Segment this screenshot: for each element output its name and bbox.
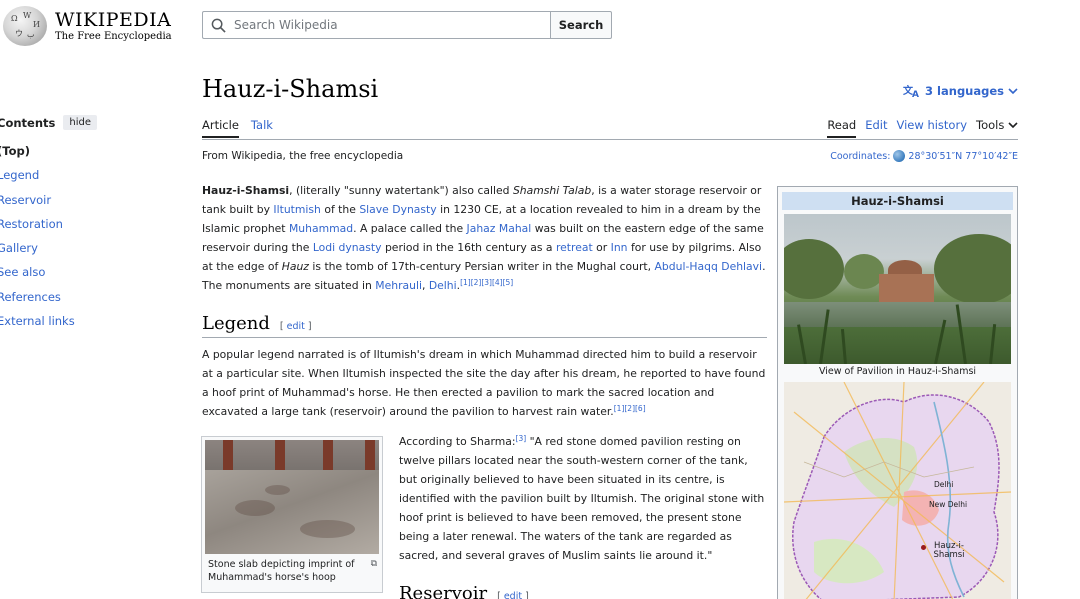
text-run: Shamshi Talab: [512, 184, 592, 197]
tab-edit[interactable]: Edit: [865, 118, 887, 138]
location-marker: [921, 545, 926, 550]
search-field[interactable]: [202, 11, 550, 39]
tab-read[interactable]: Read: [827, 118, 857, 138]
logo-wordmark: WIKIPEDIA: [55, 8, 172, 31]
tools-label: Tools: [976, 118, 1005, 132]
link-mehrauli[interactable]: Mehrauli: [375, 279, 422, 292]
sharma-quote-paragraph: According to Sharma:[3] "A red stone dom…: [399, 432, 767, 565]
toc-item-references[interactable]: References: [0, 290, 177, 314]
view-tabs: Read Edit View history Tools: [827, 118, 1018, 138]
text-run: ,: [421, 279, 429, 292]
table-of-contents: Contents hide (Top) Legend Reservoir Res…: [0, 115, 177, 338]
map-label-delhi: Delhi: [934, 480, 954, 489]
enlarge-icon[interactable]: ⧉: [371, 558, 377, 571]
lead-paragraph: Hauz-i-Shamsi, (literally "sunny waterta…: [202, 181, 767, 295]
text-run: , (literally "sunny watertank") also cal…: [289, 184, 513, 197]
chevron-down-icon: [1008, 122, 1018, 129]
caption-text: Stone slab depicting imprint of Muhammad…: [208, 559, 355, 583]
text-run: of the: [320, 203, 360, 216]
language-count: 3 languages: [925, 84, 1004, 98]
legend-paragraph: A popular legend narrated is of Iltumish…: [202, 345, 767, 421]
namespace-tabs: Article Talk: [202, 118, 273, 138]
toc-item-see-also[interactable]: See also: [0, 265, 177, 289]
map-label-marker: Hauz-i-Shamsi: [933, 541, 965, 560]
globe-icon: [893, 150, 906, 162]
link-lodi-dynasty[interactable]: Lodi dynasty: [313, 241, 382, 254]
toc-title: Contents: [0, 115, 56, 130]
location-map[interactable]: Delhi New Delhi Hauz-i-Shamsi: [784, 382, 1011, 599]
toc-hide-button[interactable]: hide: [63, 115, 97, 130]
lead-bold-title: Hauz-i-Shamsi: [202, 184, 290, 197]
section-divider: [202, 337, 767, 338]
reference-links[interactable]: [1][2][6]: [614, 404, 646, 413]
tab-view-history[interactable]: View history: [897, 118, 968, 138]
edit-link[interactable]: edit: [287, 321, 305, 332]
tab-article[interactable]: Article: [202, 118, 239, 138]
heading-text: Legend: [202, 313, 270, 334]
pavilion-photo[interactable]: [784, 214, 1011, 364]
heading-text: Reservoir: [399, 583, 488, 599]
figure-caption: Stone slab depicting imprint of Muhammad…: [205, 554, 379, 584]
link-muhammad[interactable]: Muhammad: [289, 222, 353, 235]
text-run: is the tomb of 17th-century Persian writ…: [308, 260, 655, 273]
toc-item-restoration[interactable]: Restoration: [0, 217, 177, 241]
tab-talk[interactable]: Talk: [251, 118, 273, 138]
coordinates[interactable]: Coordinates: 28°30′51″N 77°10′42″E: [830, 150, 1018, 162]
text-run: "A red stone domed pavilion resting on t…: [399, 435, 765, 562]
toc-item-top[interactable]: (Top): [0, 144, 177, 168]
logo-tagline: The Free Encyclopedia: [55, 30, 172, 42]
link-slave-dynasty[interactable]: Slave Dynasty: [359, 203, 436, 216]
section-heading-reservoir: Reservoir [ edit ]: [399, 583, 529, 599]
page-title: Hauz-i-Shamsi: [202, 75, 379, 103]
stone-slab-image[interactable]: [205, 440, 379, 554]
delhi-map-graphic: [784, 382, 1011, 599]
edit-section-link[interactable]: [ edit ]: [497, 591, 529, 599]
toc-item-external-links[interactable]: External links: [0, 314, 177, 338]
reference-links[interactable]: [1][2][3][4][5]: [460, 278, 513, 287]
link-abdul-haqq-dehlavi[interactable]: Abdul-Haqq Dehlavi: [655, 260, 763, 273]
edit-section-link[interactable]: [ edit ]: [280, 321, 312, 332]
svg-text:A: A: [912, 90, 919, 98]
reference-link[interactable]: [3]: [516, 434, 527, 443]
translate-icon: 文 A: [903, 84, 919, 98]
text-run: A popular legend narrated is of Iltumish…: [202, 348, 766, 418]
search-input[interactable]: [234, 18, 534, 32]
language-selector[interactable]: 文 A 3 languages: [903, 84, 1018, 98]
map-label-new-delhi: New Delhi: [929, 500, 968, 509]
tabs-divider: [202, 139, 1018, 140]
toc-item-gallery[interactable]: Gallery: [0, 241, 177, 265]
text-run: . A palace called the: [353, 222, 467, 235]
edit-link[interactable]: edit: [504, 591, 522, 599]
text-run: period in the 16th century as a: [381, 241, 556, 254]
toc-item-legend[interactable]: Legend: [0, 168, 177, 192]
link-jahaz-mahal[interactable]: Jahaz Mahal: [467, 222, 532, 235]
coordinates-value[interactable]: 28°30′51″N 77°10′42″E: [908, 151, 1018, 162]
search-form: Search: [202, 11, 612, 39]
link-delhi[interactable]: Delhi: [429, 279, 457, 292]
text-run: Hauz: [281, 260, 309, 273]
infobox: Hauz-i-Shamsi View of Pavilion in Hauz-i…: [777, 186, 1018, 599]
link-retreat[interactable]: retreat: [556, 241, 593, 254]
site-tagline: From Wikipedia, the free encyclopedia: [202, 150, 404, 162]
chevron-down-icon: [1008, 88, 1018, 95]
wikipedia-logo[interactable]: ΩWИ ウب WIKIPEDIA The Free Encyclopedia: [3, 6, 172, 46]
search-icon: [211, 18, 226, 33]
figure-stone-slab: Stone slab depicting imprint of Muhammad…: [201, 436, 383, 593]
coordinates-label: Coordinates:: [830, 150, 891, 162]
link-iltutmish[interactable]: Iltutmish: [273, 203, 320, 216]
link-inn[interactable]: Inn: [611, 241, 628, 254]
infobox-title: Hauz-i-Shamsi: [782, 192, 1013, 210]
toc-item-reservoir[interactable]: Reservoir: [0, 193, 177, 217]
photo-caption: View of Pavilion in Hauz-i-Shamsi: [818, 366, 977, 377]
search-button[interactable]: Search: [550, 11, 612, 39]
text-run: or: [592, 241, 611, 254]
text-run: According to Sharma:: [399, 435, 516, 448]
section-heading-legend: Legend [ edit ]: [202, 313, 312, 334]
tools-menu[interactable]: Tools: [976, 118, 1018, 138]
wikipedia-globe-icon: ΩWИ ウب: [3, 6, 47, 46]
